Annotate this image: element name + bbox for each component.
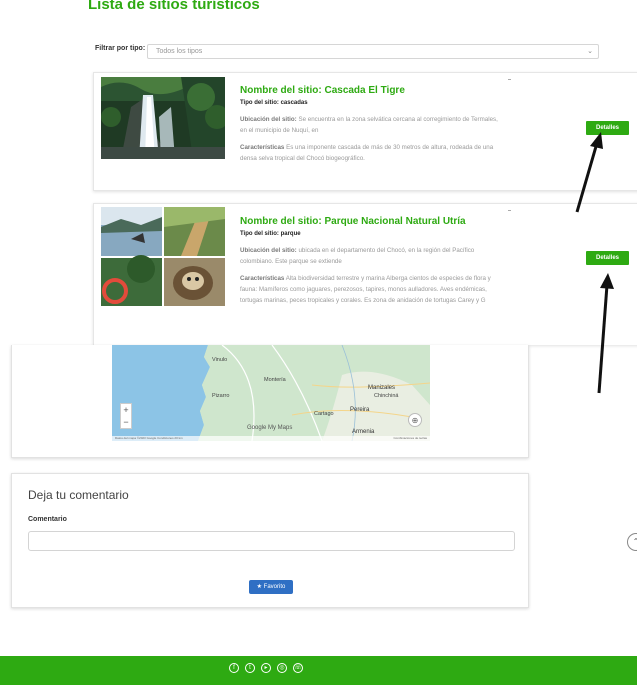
map-city-label: Manizales [368, 385, 396, 391]
map-city-label: Cartago [314, 411, 334, 417]
site-card: Nombre del sitio: Cascada El Tigre Tipo … [93, 72, 637, 191]
embedded-map[interactable]: Vinulo Montería Pizarro Manizales Pereir… [112, 345, 430, 441]
map-panel: Vinulo Montería Pizarro Manizales Pereir… [11, 345, 529, 458]
site-features: Características Es una imponente cascada… [240, 144, 494, 162]
type-filter-select[interactable]: Todos los tipos ⌄ [147, 44, 599, 59]
map-city-label: Montería [264, 377, 286, 383]
youtube-icon[interactable]: ▸ [261, 663, 271, 673]
instagram-icon[interactable]: ◎ [277, 663, 287, 673]
park-collage-image [101, 207, 225, 306]
comment-input[interactable] [28, 531, 515, 551]
map-city-label: Pereira [350, 407, 370, 413]
divider [508, 210, 511, 211]
site-features: Características Alta biodiversidad terre… [240, 275, 491, 304]
map-city-label: Chinchiná [374, 393, 399, 399]
whatsapp-icon[interactable]: ☏ [293, 663, 303, 673]
map-city-label: Vinulo [212, 357, 228, 363]
twitter-icon[interactable]: t [245, 663, 255, 673]
details-button[interactable]: Detalles [586, 121, 629, 135]
site-info: Nombre del sitio: Cascada El Tigre Tipo … [240, 84, 505, 164]
site-type: Tipo del sitio: cascadas [240, 100, 308, 106]
site-type: Tipo del sitio: parque [240, 231, 301, 237]
scroll-top-icon[interactable]: ⌃ [627, 533, 637, 551]
locate-icon[interactable]: ⊕ [408, 413, 422, 427]
facebook-icon[interactable]: f [229, 663, 239, 673]
divider [508, 79, 511, 80]
waterfall-image [101, 77, 225, 159]
comment-panel: Deja tu comentario Comentario ★ Favorito [11, 473, 529, 608]
map-zoom-control: + − [120, 403, 132, 429]
site-location: Ubicación del sitio: Se encuentra en la … [240, 116, 498, 134]
map-brand: Google My Maps [247, 425, 293, 431]
comment-label: Comentario [28, 516, 67, 523]
page-title: Lista de sitios turísticos [88, 0, 260, 13]
details-button[interactable]: Detalles [586, 251, 629, 265]
map-attribution: Datos del mapa ©2023 Google Condiciones … [112, 436, 430, 441]
social-icons: f t ▸ ◎ ☏ [229, 663, 303, 673]
site-name: Nombre del sitio: Cascada El Tigre [240, 85, 405, 96]
chevron-down-icon: ⌄ [587, 48, 593, 55]
favorite-button[interactable]: ★ Favorito [249, 580, 293, 594]
site-location: Ubicación del sitio: ubicada en el depar… [240, 247, 475, 265]
site-info: Nombre del sitio: Parque Nacional Natura… [240, 215, 505, 306]
zoom-out-button[interactable]: − [121, 416, 131, 428]
filter-label: Filtrar por tipo: [95, 45, 146, 52]
site-card: Nombre del sitio: Parque Nacional Natura… [93, 203, 637, 345]
site-name: Nombre del sitio: Parque Nacional Natura… [240, 216, 466, 227]
filter-row: Filtrar por tipo: Todos los tipos ⌄ [95, 44, 600, 60]
map-city-label: Pizarro [212, 393, 230, 399]
map-city-label: Armenia [352, 429, 375, 435]
footer: f t ▸ ◎ ☏ [0, 656, 637, 685]
comment-title: Deja tu comentario [28, 488, 129, 502]
filter-selected-value: Todos los tipos [156, 48, 203, 55]
zoom-in-button[interactable]: + [121, 404, 131, 416]
